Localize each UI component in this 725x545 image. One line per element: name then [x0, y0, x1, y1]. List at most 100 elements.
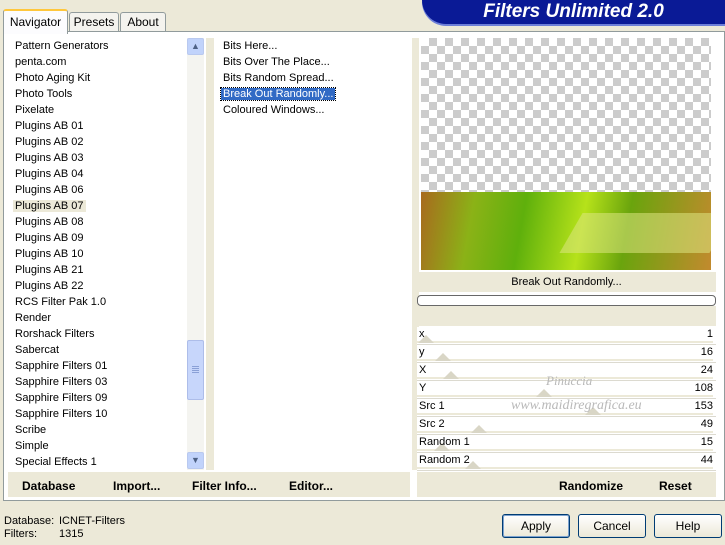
category-item[interactable]: Plugins AB 22	[11, 278, 187, 294]
category-scrollbar[interactable]: ▲ ▼	[187, 38, 204, 470]
slider-track[interactable]	[417, 341, 713, 343]
slider-track[interactable]	[417, 431, 713, 433]
category-item[interactable]: Render	[11, 310, 187, 326]
tab-presets[interactable]: Presets	[69, 12, 119, 32]
slider-thumb[interactable]	[443, 371, 460, 379]
category-label: Plugins AB 10	[15, 248, 84, 260]
category-item[interactable]: Special Effects 1	[11, 454, 187, 470]
slider-label: X	[419, 364, 427, 376]
category-label: Plugins AB 04	[15, 168, 84, 180]
reset-button[interactable]: Reset	[659, 479, 692, 493]
slider-value: 15	[700, 436, 713, 448]
category-item[interactable]: RCS Filter Pak 1.0	[11, 294, 187, 310]
apply-button[interactable]: Apply	[502, 514, 570, 538]
category-item[interactable]: Simple	[11, 438, 187, 454]
slider-track[interactable]	[417, 359, 713, 361]
category-label: Plugins AB 09	[15, 232, 84, 244]
slider-thumb[interactable]	[434, 353, 451, 361]
category-label: Sapphire Filters 09	[15, 392, 108, 404]
filter-list[interactable]: Bits Here... Bits Over The Place... Bits R…	[219, 38, 411, 470]
category-label: Plugins AB 07	[13, 200, 86, 212]
slider-thumb[interactable]	[535, 389, 552, 397]
category-item[interactable]: Plugins AB 03	[11, 150, 187, 166]
filter-item[interactable]: Bits Over The Place...	[219, 54, 411, 70]
import-button[interactable]: Import...	[113, 479, 160, 493]
slider-value: 49	[700, 418, 713, 430]
slider-row: y 16	[417, 345, 716, 363]
help-button[interactable]: Help	[654, 514, 722, 538]
filter-item[interactable]: Bits Here...	[219, 38, 411, 54]
category-label: Scribe	[15, 424, 47, 436]
category-item[interactable]: Plugins AB 06	[11, 182, 187, 198]
app-title-banner: Filters Unlimited 2.0	[422, 0, 725, 24]
filter-label: Bits Over The Place...	[223, 56, 330, 68]
slider-thumb[interactable]	[470, 425, 487, 433]
category-item[interactable]: Plugins AB 21	[11, 262, 187, 278]
slider-value: 1	[706, 328, 713, 340]
slider-value: 153	[694, 400, 713, 412]
slider-label: Random 2	[419, 454, 470, 466]
slider-track[interactable]	[417, 449, 713, 451]
category-label: Plugins AB 06	[15, 184, 84, 196]
category-item[interactable]: Sapphire Filters 09	[11, 390, 187, 406]
category-item[interactable]: Plugins AB 09	[11, 230, 187, 246]
filter-item[interactable]: Coloured Windows...	[219, 102, 411, 118]
slider-label: Random 1	[419, 436, 470, 448]
category-item[interactable]: Scribe	[11, 422, 187, 438]
category-item[interactable]: Sapphire Filters 03	[11, 374, 187, 390]
filter-item[interactable]: Break Out Randomly...	[219, 86, 411, 102]
slider-row: Random 1 15	[417, 435, 716, 453]
category-label: RCS Filter Pak 1.0	[15, 296, 107, 308]
category-item[interactable]: Sapphire Filters 10	[11, 406, 187, 422]
category-item[interactable]: Sapphire Filters 01	[11, 358, 187, 374]
category-item[interactable]: Plugins AB 02	[11, 134, 187, 150]
category-label: Plugins AB 02	[15, 136, 84, 148]
category-label: Photo Tools	[15, 88, 73, 100]
filter-info-button[interactable]: Filter Info...	[192, 479, 257, 493]
progress-band	[417, 306, 716, 326]
category-item[interactable]: Plugins AB 10	[11, 246, 187, 262]
cancel-button[interactable]: Cancel	[578, 514, 646, 538]
list-separator	[206, 38, 214, 470]
scrollbar-thumb[interactable]	[187, 340, 204, 400]
slider-row: x1	[417, 327, 716, 345]
filter-item[interactable]: Bits Random Spread...	[219, 70, 411, 86]
database-info: Database: ICNET-Filters	[4, 515, 125, 527]
tab-navigator[interactable]: Navigator	[3, 9, 68, 34]
filter-label: Bits Here...	[223, 40, 278, 52]
category-item[interactable]: Sabercat	[11, 342, 187, 358]
category-item[interactable]: Plugins AB 08	[11, 214, 187, 230]
slider-label: Src 2	[419, 418, 445, 430]
slider-track[interactable]	[417, 467, 713, 469]
category-item[interactable]: Rorshack Filters	[11, 326, 187, 342]
slider-label: Src 1	[419, 400, 445, 412]
category-item[interactable]: Pixelate	[11, 102, 187, 118]
category-label: Render	[15, 312, 52, 324]
category-label: Plugins AB 01	[15, 120, 84, 132]
slider-label: Y	[419, 382, 427, 394]
category-item[interactable]: Photo Aging Kit	[11, 70, 187, 86]
category-list[interactable]: Pattern Generators penta.com Photo Aging K…	[11, 38, 187, 470]
slider-value: 44	[700, 454, 713, 466]
category-label: Plugins AB 21	[15, 264, 84, 276]
category-item[interactable]: Pattern Generators	[11, 38, 187, 54]
category-label: Plugins AB 03	[15, 152, 84, 164]
slider-value: 24	[700, 364, 713, 376]
randomize-button[interactable]: Randomize	[559, 479, 623, 493]
category-item[interactable]: Photo Tools	[11, 86, 187, 102]
database-label: Database:	[4, 515, 55, 527]
editor-button[interactable]: Editor...	[289, 479, 333, 493]
category-item[interactable]: Plugins AB 04	[11, 166, 187, 182]
category-item[interactable]: penta.com	[11, 54, 187, 70]
database-button[interactable]: Database	[22, 479, 75, 493]
category-item[interactable]: Plugins AB 01	[11, 118, 187, 134]
category-label: Sapphire Filters 01	[15, 360, 108, 372]
slider-track[interactable]	[417, 395, 713, 397]
scroll-up-icon[interactable]: ▲	[187, 38, 204, 55]
category-label: Sabercat	[15, 344, 60, 356]
tab-about[interactable]: About	[120, 12, 166, 32]
category-item[interactable]: Plugins AB 07	[11, 198, 187, 214]
scroll-down-icon[interactable]: ▼	[187, 452, 204, 469]
category-label: Rorshack Filters	[15, 328, 95, 340]
category-label: Plugins AB 08	[15, 216, 84, 228]
